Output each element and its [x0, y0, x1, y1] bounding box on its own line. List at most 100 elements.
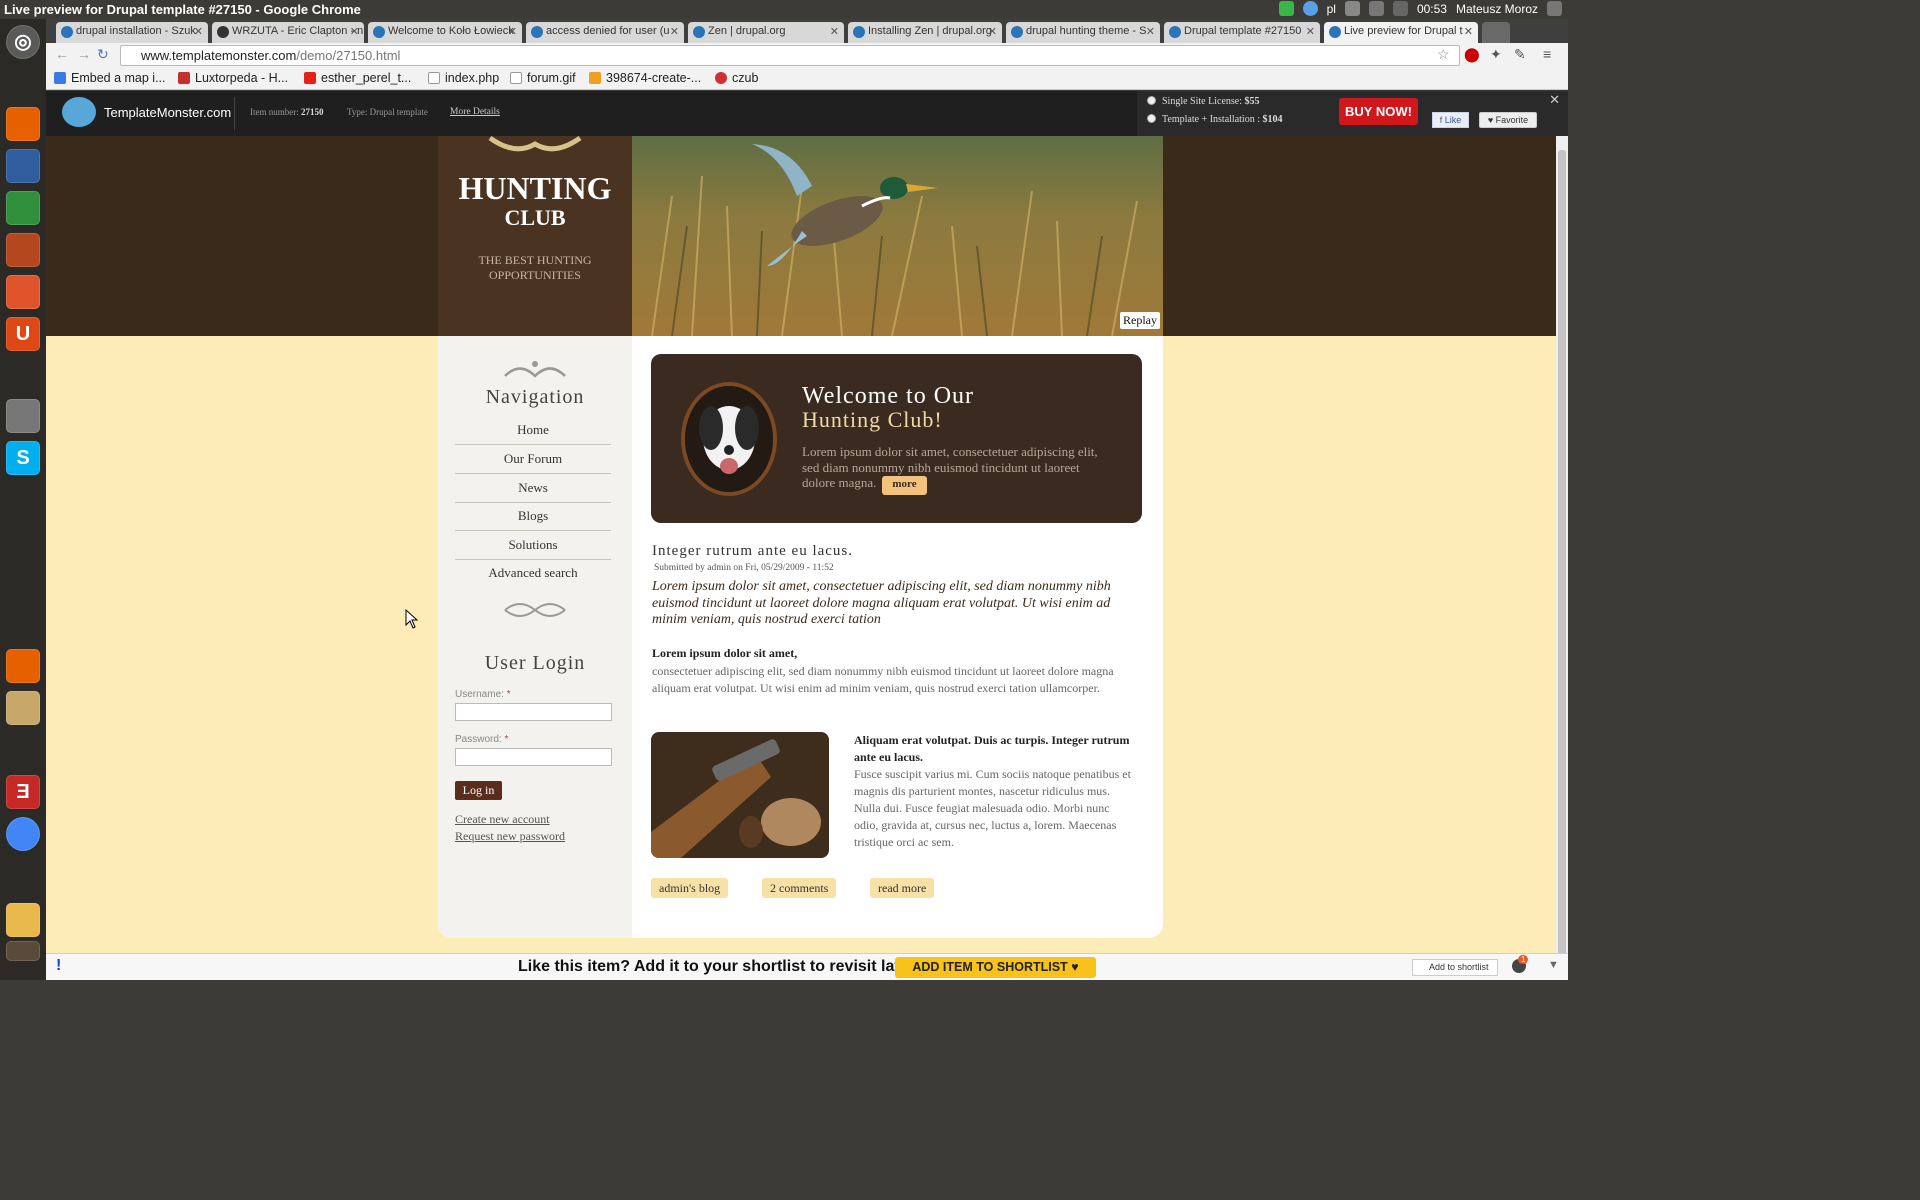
page-scrollbar[interactable] [1556, 136, 1568, 980]
skype-icon[interactable]: S [6, 441, 40, 475]
replay-button[interactable]: Replay [1120, 312, 1160, 329]
weather-icon[interactable] [1302, 1, 1318, 16]
article-title[interactable]: Integer rutrum ante eu lacus. [652, 543, 853, 560]
forward-icon[interactable]: → [77, 46, 91, 62]
nav-item-our-forum[interactable]: Our Forum [455, 445, 611, 474]
trash-icon[interactable] [6, 941, 40, 961]
license-option-install[interactable]: Template + Installation : $104 [1147, 114, 1282, 125]
power-icon[interactable] [1547, 1, 1562, 16]
volume-icon[interactable] [1392, 1, 1408, 16]
nav-item-solutions[interactable]: Solutions [455, 531, 611, 560]
close-tab-icon[interactable]: ✕ [1146, 25, 1155, 38]
close-tab-icon[interactable]: ✕ [988, 25, 997, 38]
address-bar[interactable]: www.templatemonster.com/demo/27150.html [120, 45, 1460, 66]
templatemonster-icon [1329, 26, 1341, 38]
facebook-like-button[interactable]: f Like [1432, 112, 1469, 128]
browser-toolbar: ← → ↻ www.templatemonster.com/demo/27150… [46, 43, 1568, 68]
chevron-down-icon[interactable]: ▼ [1548, 959, 1559, 971]
bookmark-item[interactable]: forum.gif [510, 71, 576, 85]
sync-icon[interactable] [1278, 1, 1294, 16]
close-tab-icon[interactable]: ✕ [830, 25, 839, 38]
tab[interactable]: drupal installation - Szuk ✕ [56, 22, 208, 43]
network-icon[interactable] [1368, 1, 1384, 16]
read-more-link[interactable]: read more [870, 878, 935, 898]
pidgin-icon[interactable] [6, 903, 40, 937]
create-account-link[interactable]: Create new account [455, 812, 550, 827]
chrome-icon[interactable] [6, 817, 40, 851]
more-details-link[interactable]: More Details [450, 107, 500, 117]
favorite-button[interactable]: ♥ Favorite [1479, 112, 1537, 128]
user-name[interactable]: Mateusz Moroz [1456, 2, 1538, 16]
monster-logo-icon[interactable] [62, 97, 96, 127]
system-tray: pl 00:53 Mateusz Moroz [1278, 1, 1562, 16]
nav-item-advanced-search[interactable]: Advanced search [455, 559, 611, 588]
tab[interactable]: access denied for user (u ✕ [526, 22, 684, 43]
clock[interactable]: 00:53 [1417, 2, 1447, 16]
bookmark-item[interactable]: index.php [428, 71, 499, 85]
app-icon[interactable]: Ǝ [6, 775, 40, 809]
software-center-icon[interactable] [6, 275, 40, 309]
firefox-icon[interactable] [6, 649, 40, 683]
add-to-shortlist-button[interactable]: ADD ITEM TO SHORTLIST ♥ [895, 957, 1096, 978]
close-tab-icon[interactable]: ✕ [194, 25, 203, 38]
close-tab-icon[interactable]: ✕ [508, 25, 517, 38]
extension-icon[interactable]: ✦ [1490, 46, 1502, 63]
comments-link[interactable]: 2 comments [762, 878, 837, 898]
reload-icon[interactable]: ↻ [97, 46, 109, 63]
welcome-text: Lorem ipsum dolor sit amet, consectetuer… [802, 444, 1106, 495]
nav-item-blogs[interactable]: Blogs [455, 502, 611, 531]
divider [234, 97, 235, 130]
close-tab-icon[interactable]: ✕ [350, 25, 359, 38]
settings-icon[interactable] [6, 399, 40, 433]
tab-active[interactable]: Live preview for Drupal t ✕ [1324, 22, 1478, 43]
close-tab-icon[interactable]: ✕ [1464, 25, 1473, 38]
license-option-single[interactable]: Single Site License: $55 [1147, 96, 1260, 107]
scrollbar-thumb[interactable] [1558, 150, 1566, 970]
mail-icon[interactable] [1344, 1, 1360, 16]
impress-icon[interactable] [6, 233, 40, 267]
calc-icon[interactable] [6, 191, 40, 225]
bookmark-item[interactable]: czub [715, 71, 758, 85]
tm-brand[interactable]: TemplateMonster.com [104, 105, 231, 120]
password-field[interactable] [455, 748, 612, 766]
request-password-link[interactable]: Request new password [455, 829, 565, 844]
tab[interactable]: drupal hunting theme - S ✕ [1006, 22, 1160, 43]
tab[interactable]: WRZUTA - Eric Clapton - n ✕ [212, 22, 364, 43]
bookmark-item[interactable]: Luxtorpeda - H... [178, 71, 288, 85]
close-tab-icon[interactable]: ✕ [1306, 25, 1315, 38]
site-logo[interactable]: HUNTING CLUB THE BEST HUNTING OPPORTUNIT… [438, 136, 632, 336]
dash-home-icon[interactable]: ◎ [6, 25, 40, 59]
alert-icon[interactable]: ! [56, 957, 61, 975]
firefox-icon[interactable] [6, 107, 40, 141]
radio-icon[interactable] [1147, 96, 1156, 105]
blog-link[interactable]: admin's blog [651, 878, 729, 898]
buy-now-button[interactable]: BUY NOW! [1339, 98, 1418, 125]
extension-icon[interactable]: ✎ [1514, 46, 1526, 63]
radio-icon[interactable] [1147, 114, 1156, 123]
back-icon[interactable]: ← [55, 46, 69, 62]
login-button[interactable]: Log in [455, 781, 502, 800]
tab[interactable]: Drupal template #27150 ✕ [1164, 22, 1320, 43]
keyboard-layout[interactable]: pl [1327, 2, 1336, 16]
username-field[interactable] [455, 703, 612, 721]
close-icon[interactable]: ✕ [1549, 92, 1560, 108]
writer-icon[interactable] [6, 149, 40, 183]
close-tab-icon[interactable]: ✕ [670, 25, 679, 38]
add-to-shortlist-checkbox[interactable]: Add to shortlist [1412, 959, 1498, 976]
nav-item-home[interactable]: Home [455, 416, 611, 445]
bookmark-item[interactable]: esther_perel_t... [304, 71, 411, 85]
menu-icon[interactable]: ≡ [1543, 46, 1551, 62]
article-lead: Lorem ipsum dolor sit amet, consectetuer… [652, 579, 1111, 627]
bookmark-item[interactable]: 398674-create-... [589, 71, 701, 85]
new-tab-button[interactable] [1482, 22, 1510, 43]
tab[interactable]: Zen | drupal.org ✕ [688, 22, 844, 43]
nav-item-news[interactable]: News [455, 474, 611, 503]
bookmark-item[interactable]: Embed a map i... [54, 71, 166, 85]
adblock-icon[interactable]: ⬤ [1464, 46, 1480, 63]
more-button[interactable]: more [882, 476, 927, 495]
ubuntu-one-icon[interactable]: U [6, 317, 40, 351]
tab[interactable]: Welcome to Koło Łowieck ✕ [368, 22, 522, 43]
tab[interactable]: Installing Zen | drupal.org ✕ [848, 22, 1002, 43]
printer-icon[interactable] [6, 691, 40, 725]
bookmark-star-icon[interactable]: ☆ [1437, 46, 1450, 63]
